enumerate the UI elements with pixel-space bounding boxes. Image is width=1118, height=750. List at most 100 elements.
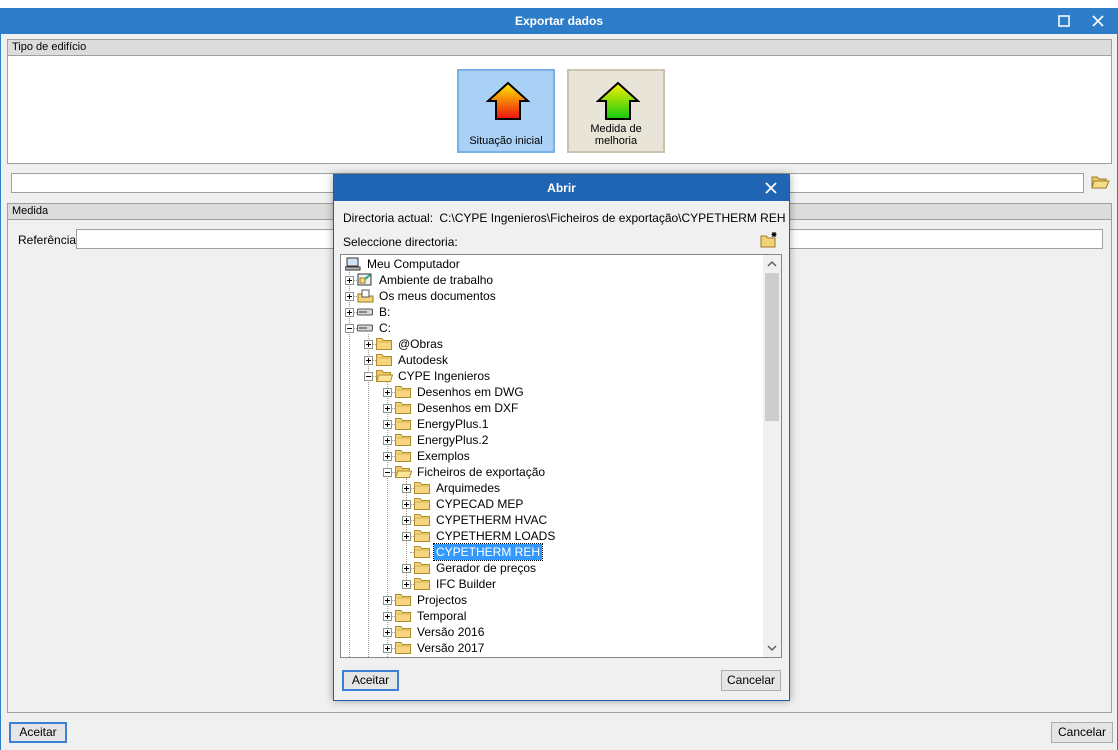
expand-icon[interactable] — [402, 532, 411, 541]
folder-icon — [414, 545, 430, 562]
close-button[interactable] — [1084, 10, 1112, 32]
tree-item-label: Desenhos em DXF — [417, 401, 519, 415]
browse-folder-button[interactable] — [1090, 173, 1112, 193]
tree-item-label: IFC Builder — [436, 577, 497, 591]
tree-item-label: Gerador de preços — [436, 561, 537, 575]
folder-icon — [395, 401, 411, 418]
folder-open-icon — [1091, 176, 1110, 189]
expand-icon[interactable] — [402, 564, 411, 573]
folder-open-icon — [375, 369, 394, 386]
current-dir-label: Directoria actual: — [343, 211, 434, 225]
expand-icon[interactable] — [383, 388, 392, 397]
collapse-icon[interactable] — [364, 372, 373, 381]
folder-icon — [414, 481, 430, 498]
folder-icon — [395, 433, 411, 450]
scroll-down-arrow-icon[interactable] — [765, 641, 779, 655]
building-type-group: Tipo de edifício Situação inicial Medida… — [7, 39, 1112, 164]
expand-icon[interactable] — [402, 580, 411, 589]
select-dir-label: Seleccione directoria: — [343, 235, 458, 249]
tree-item-label: Versão 2017 — [417, 641, 485, 655]
expand-icon[interactable] — [383, 436, 392, 445]
tree-item-label: CYPETHERM HVAC — [436, 513, 548, 527]
house-green-icon — [596, 81, 640, 120]
window-top-border — [0, 0, 1118, 8]
expand-icon[interactable] — [383, 628, 392, 637]
current-dir-value: C:\CYPE Ingenieros\Ficheiros de exportaç… — [439, 211, 786, 225]
folder-icon — [395, 417, 411, 434]
close-icon — [765, 182, 777, 194]
tree-item-label: Projectos — [417, 593, 468, 607]
expand-icon[interactable] — [383, 596, 392, 605]
tree-item-label: CYPE Ingenieros — [398, 369, 491, 383]
dialog-cancel-button[interactable]: Cancelar — [721, 670, 781, 691]
tile-medida-de-melhoria[interactable]: Medida de melhoria — [567, 69, 665, 153]
tree-item-label: Ficheiros de exportação — [417, 465, 546, 479]
expand-icon[interactable] — [345, 292, 354, 301]
dialog-titlebar: Abrir — [334, 175, 789, 201]
expand-icon[interactable] — [402, 484, 411, 493]
tree-item-label: @Obras — [398, 337, 443, 351]
tree-item-label: CYPETHERM REH — [432, 543, 544, 561]
dialog-title: Abrir — [547, 181, 576, 195]
expand-icon[interactable] — [402, 500, 411, 509]
folder-icon — [414, 513, 430, 530]
tree-item-label: Temporal — [417, 609, 467, 623]
tree-item-label: Ambiente de trabalho — [379, 273, 494, 287]
tree-item-label: Exemplos — [417, 449, 470, 463]
folder-icon — [376, 337, 392, 354]
house-red-icon — [486, 81, 530, 120]
folder-open-icon — [394, 465, 413, 482]
expand-icon[interactable] — [383, 452, 392, 461]
folder-icon — [395, 625, 411, 642]
expand-icon[interactable] — [402, 516, 411, 525]
tree-connector — [368, 334, 369, 657]
new-folder-button[interactable] — [759, 231, 779, 249]
folder-icon — [414, 561, 430, 578]
dialog-close-button[interactable] — [757, 177, 785, 199]
expand-icon[interactable] — [383, 612, 392, 621]
scroll-thumb[interactable] — [765, 273, 779, 421]
dialog-accept-button[interactable]: Aceitar — [342, 670, 399, 691]
expand-icon[interactable] — [383, 644, 392, 653]
new-folder-icon — [760, 232, 777, 248]
tree-item-label: CYPETHERM LOADS — [436, 529, 556, 543]
main-accept-button[interactable]: Aceitar — [9, 722, 67, 743]
folder-icon — [395, 385, 411, 402]
collapse-icon[interactable] — [345, 324, 354, 333]
expand-icon[interactable] — [364, 340, 373, 349]
reference-label: Referência — [18, 233, 77, 247]
tree-item-label: CYPECAD MEP — [436, 497, 524, 511]
folder-icon — [395, 641, 411, 657]
collapse-icon[interactable] — [383, 468, 392, 477]
folder-icon — [414, 529, 430, 546]
tree-item-label: EnergyPlus.1 — [417, 417, 489, 431]
drive-icon — [357, 305, 373, 321]
expand-icon[interactable] — [345, 308, 354, 317]
expand-icon[interactable] — [345, 276, 354, 285]
tree-scrollbar[interactable] — [763, 255, 781, 657]
tree-item-label: Meu Computador — [367, 257, 460, 271]
maximize-button[interactable] — [1050, 10, 1078, 32]
tile-situacao-inicial-label: Situação inicial — [469, 135, 543, 147]
folder-icon — [395, 609, 411, 626]
tree-item-label: Arquimedes — [436, 481, 501, 495]
folder-icon — [395, 449, 411, 466]
tree-item-label: Autodesk — [398, 353, 449, 367]
tile-situacao-inicial[interactable]: Situação inicial — [457, 69, 555, 153]
maximize-icon — [1058, 15, 1070, 27]
scroll-up-arrow-icon[interactable] — [765, 257, 779, 271]
tree-item-label: EnergyPlus.2 — [417, 433, 489, 447]
folder-icon — [376, 353, 392, 370]
main-cancel-button[interactable]: Cancelar — [1051, 722, 1113, 743]
expand-icon[interactable] — [364, 356, 373, 365]
directory-tree[interactable]: Meu Computador Ambiente de trabalho Os meu… — [340, 254, 782, 658]
drive-icon — [357, 321, 373, 337]
current-dir-row: Directoria actual: C:\CYPE Ingenieros\Fi… — [343, 211, 786, 225]
expand-icon[interactable] — [383, 404, 392, 413]
folder-icon — [395, 593, 411, 610]
folder-icon — [414, 497, 430, 514]
tree-item-label: Versão 2016 — [417, 625, 485, 639]
building-type-group-header: Tipo de edifício — [8, 40, 1111, 56]
main-window-title: Exportar dados — [514, 14, 604, 28]
expand-icon[interactable] — [383, 420, 392, 429]
